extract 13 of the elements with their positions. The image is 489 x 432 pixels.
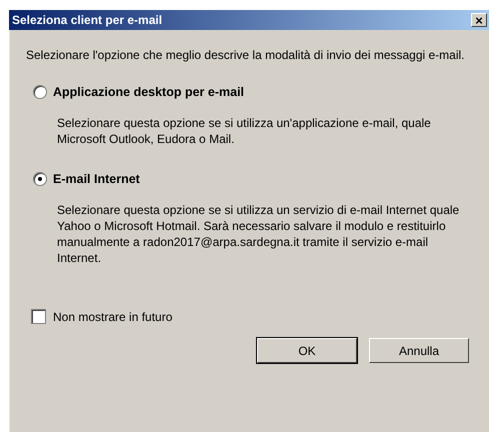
radio-button[interactable]	[33, 85, 47, 99]
option-description: Selezionare questa opzione se si utilizza un servizio di e-mail Internet quale Yahoo o Microsoft Hotmail. Sarà necessario salvare il modulo e restituirlo manualmente a radon2017@arpa.sardegna.it tramite il servizio e-mail Internet.	[57, 202, 460, 266]
ok-button[interactable]: OK	[257, 338, 357, 363]
option-label[interactable]: Applicazione desktop per e-mail	[53, 85, 244, 99]
option-description: Selezionare questa opzione se si utilizza un'applicazione e-mail, quale Microsoft Outlook, Eudora o Mail.	[57, 115, 432, 147]
option-label[interactable]: E-mail Internet	[53, 172, 140, 186]
cancel-button[interactable]: Annulla	[369, 338, 469, 363]
checkbox-label[interactable]: Non mostrare in futuro	[53, 310, 172, 324]
checkbox[interactable]	[31, 309, 46, 324]
window-title: Seleziona client per e-mail	[12, 13, 162, 27]
radio-button[interactable]	[33, 172, 47, 186]
instruction-text: Selezionare l'opzione che meglio descrive la modalità di invio dei messaggi e-mail.	[26, 47, 466, 63]
close-button[interactable]: ×	[471, 13, 487, 27]
